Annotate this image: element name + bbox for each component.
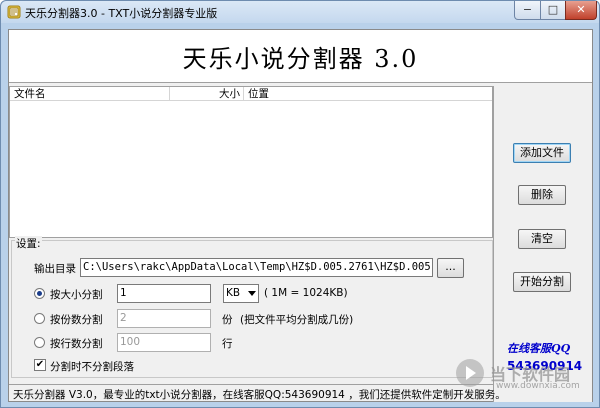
window-title: 天乐分割器3.0 - TXT小说分割器专业版 [25,7,218,20]
column-header-filename[interactable]: 文件名 [10,87,170,101]
watermark-url: www.downxia.com [496,381,580,391]
lines-unit-label: 行 [222,338,233,350]
banner: 天乐小说分割器 3.0 [9,30,592,83]
client-area: 天乐小说分割器 3.0 文件名 大小 位置 添加文件 删除 清空 开始分割 在线… [8,29,593,402]
action-panel: 添加文件 删除 清空 开始分割 在线客服QQ 543690914 [493,86,592,402]
file-list[interactable]: 文件名 大小 位置 [9,86,493,238]
by-parts-label[interactable]: 按份数分割 [50,312,103,327]
lines-value-input[interactable]: 100 [117,333,211,352]
title-bar[interactable]: 天乐分割器3.0 - TXT小说分割器专业版 − □ ✕ [1,1,599,23]
column-header-location[interactable]: 位置 [244,87,492,101]
chevron-down-icon [248,291,256,296]
status-text: 天乐分割器 V3.0，最专业的txt小说分割器，在线客服QQ:543690914… [13,389,506,401]
size-hint: ( 1M = 1024KB) [264,287,348,299]
settings-group: 设置: 输出目录 C:\Users\rakc\AppData\Local\Tem… [11,236,493,378]
minimize-button[interactable]: − [514,1,541,20]
support-qq-label: 在线客服QQ [507,342,571,355]
file-list-header: 文件名 大小 位置 [10,87,492,101]
size-unit-select[interactable]: KB [223,284,259,303]
column-header-size[interactable]: 大小 [170,87,244,101]
watermark: 当下软件园 www.downxia.com [456,359,586,403]
delete-button[interactable]: 删除 [518,185,566,205]
output-dir-input[interactable]: C:\Users\rakc\AppData\Local\Temp\HZ$D.00… [80,258,433,277]
clear-button[interactable]: 清空 [518,229,566,249]
play-icon [456,359,484,387]
parts-value-input[interactable]: 2 [117,309,211,328]
settings-legend: 设置: [15,236,42,251]
size-unit-value: KB [226,287,241,299]
app-icon [7,5,21,19]
start-split-button[interactable]: 开始分割 [513,272,571,292]
app-window: 天乐分割器3.0 - TXT小说分割器专业版 − □ ✕ 天乐小说分割器 3.0… [0,0,600,408]
by-lines-radio[interactable] [34,337,45,348]
banner-title: 天乐小说分割器 3.0 [182,45,419,73]
size-value-input[interactable]: 1 [117,284,211,303]
by-parts-radio[interactable] [34,313,45,324]
output-dir-label: 输出目录 [34,263,76,275]
browse-button[interactable]: ... [437,258,464,278]
parts-unit-label: 份 [222,314,233,326]
no-split-paragraph-checkbox[interactable]: ✔ [34,359,46,371]
add-file-button[interactable]: 添加文件 [513,143,571,163]
parts-hint: (把文件平均分割成几份) [240,314,354,326]
status-bar: 天乐分割器 V3.0，最专业的txt小说分割器，在线客服QQ:543690914… [9,384,506,402]
maximize-button[interactable]: □ [540,1,566,20]
by-lines-label[interactable]: 按行数分割 [50,336,103,351]
by-size-radio[interactable] [34,288,45,299]
by-size-label[interactable]: 按大小分割 [50,287,103,302]
no-split-paragraph-label[interactable]: 分割时不分割段落 [50,359,134,374]
close-button[interactable]: ✕ [565,1,597,20]
